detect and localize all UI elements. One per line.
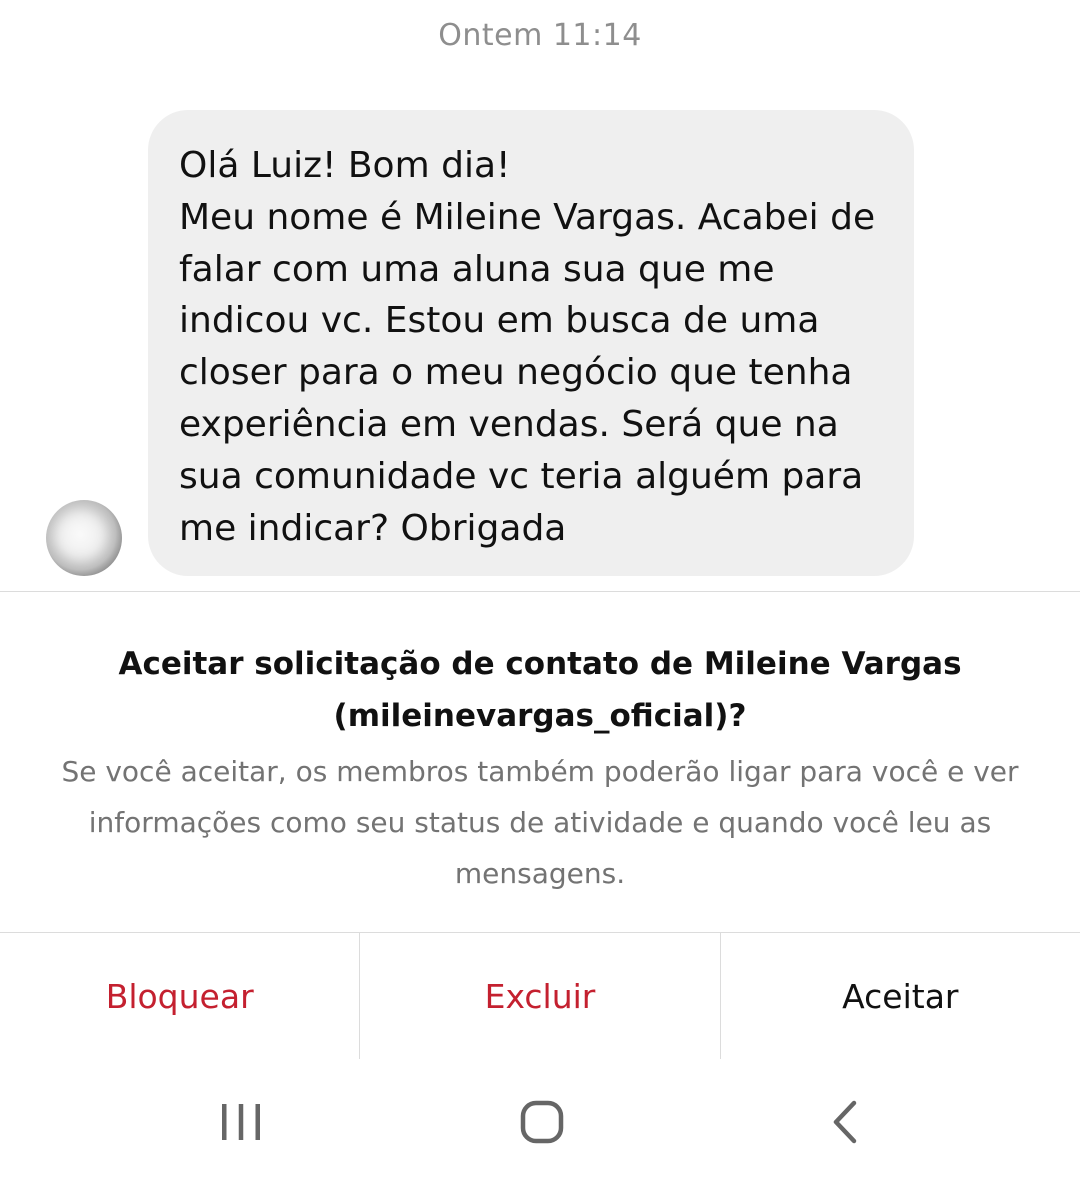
recent-apps-button[interactable] xyxy=(181,1072,301,1172)
sender-avatar[interactable] xyxy=(46,500,122,576)
message-bubble[interactable]: Olá Luiz! Bom dia! Meu nome é Mileine Va… xyxy=(148,110,914,576)
delete-button[interactable]: Excluir xyxy=(359,933,719,1059)
request-title: Aceitar solicitação de contato de Milein… xyxy=(118,646,962,734)
back-icon xyxy=(833,1100,857,1144)
home-icon xyxy=(520,1100,564,1144)
recent-apps-icon xyxy=(222,1104,260,1140)
divider xyxy=(0,591,1080,592)
home-button[interactable] xyxy=(482,1072,602,1172)
request-actions: Bloquear Excluir Aceitar xyxy=(0,933,1080,1059)
system-nav-bar xyxy=(0,1072,1080,1172)
message-timestamp: Ontem 11:14 xyxy=(438,18,642,53)
accept-button[interactable]: Aceitar xyxy=(719,933,1080,1059)
block-button[interactable]: Bloquear xyxy=(0,933,359,1059)
back-button[interactable] xyxy=(786,1072,906,1172)
message-text: Olá Luiz! Bom dia! Meu nome é Mileine Va… xyxy=(179,145,876,549)
request-description: Se você aceitar, os membros também poder… xyxy=(61,755,1019,890)
